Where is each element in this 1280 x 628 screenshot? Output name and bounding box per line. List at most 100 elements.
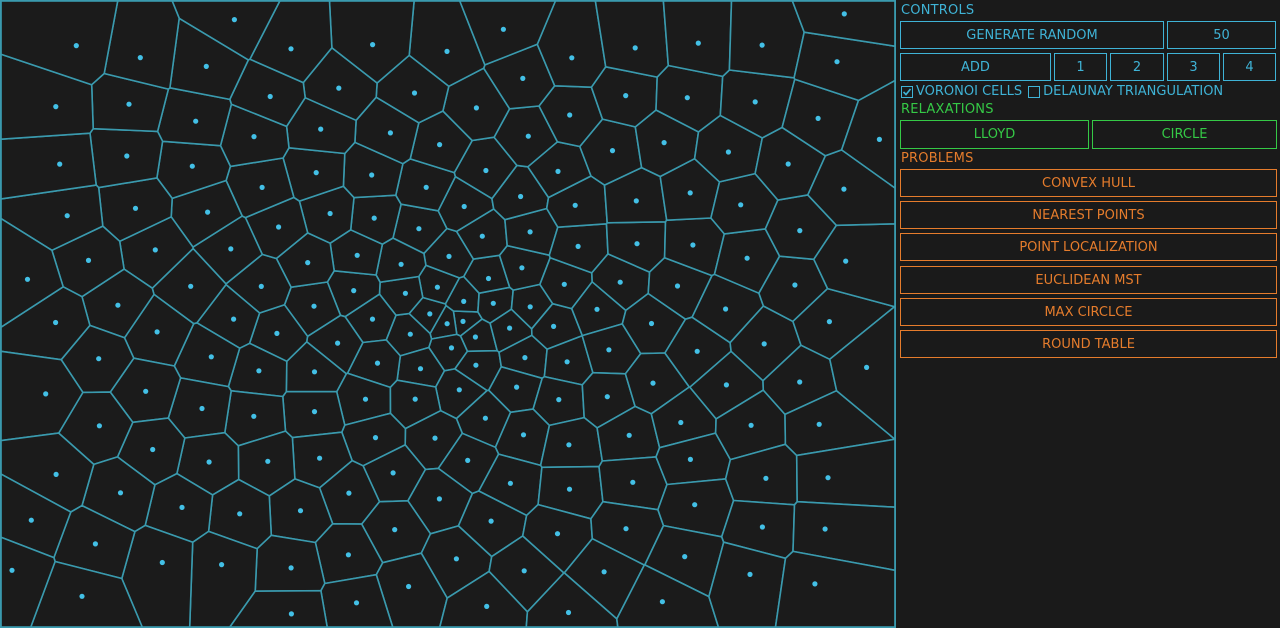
- site-point[interactable]: [372, 435, 379, 441]
- convex-hull-button[interactable]: CONVEX HULL: [900, 169, 1277, 197]
- site-point[interactable]: [634, 241, 640, 247]
- site-point[interactable]: [276, 224, 282, 230]
- site-point[interactable]: [785, 161, 791, 167]
- site-point[interactable]: [96, 356, 102, 362]
- site-point[interactable]: [189, 163, 195, 169]
- site-point[interactable]: [609, 148, 616, 154]
- site-point[interactable]: [318, 126, 324, 132]
- site-point[interactable]: [797, 379, 803, 385]
- site-point[interactable]: [311, 409, 318, 415]
- site-point[interactable]: [57, 161, 63, 167]
- site-point[interactable]: [402, 290, 408, 296]
- site-point[interactable]: [460, 318, 466, 324]
- site-point[interactable]: [520, 432, 527, 438]
- add-button[interactable]: ADD: [900, 53, 1051, 81]
- site-point[interactable]: [623, 526, 629, 532]
- site-point[interactable]: [876, 136, 883, 142]
- site-point[interactable]: [484, 603, 490, 610]
- site-point[interactable]: [490, 300, 496, 306]
- site-point[interactable]: [815, 115, 821, 121]
- site-point[interactable]: [406, 583, 412, 590]
- site-point[interactable]: [288, 611, 294, 617]
- site-point[interactable]: [444, 48, 450, 55]
- site-point[interactable]: [738, 202, 744, 208]
- site-point[interactable]: [525, 133, 531, 139]
- site-point[interactable]: [826, 319, 833, 325]
- generate-random-button[interactable]: GENERATE RANDOM: [900, 21, 1164, 49]
- site-point[interactable]: [684, 95, 690, 101]
- site-point[interactable]: [661, 140, 667, 146]
- site-point[interactable]: [632, 45, 638, 51]
- site-point[interactable]: [472, 334, 478, 340]
- voronoi-checkbox[interactable]: [901, 85, 913, 98]
- site-point[interactable]: [488, 518, 494, 524]
- site-point[interactable]: [288, 565, 294, 571]
- site-point[interactable]: [53, 471, 59, 477]
- site-point[interactable]: [485, 275, 492, 282]
- site-point[interactable]: [687, 190, 693, 196]
- site-point[interactable]: [483, 167, 489, 174]
- site-point[interactable]: [567, 112, 573, 118]
- site-point[interactable]: [313, 170, 319, 176]
- site-point[interactable]: [374, 360, 381, 366]
- site-point[interactable]: [841, 11, 847, 17]
- site-point[interactable]: [416, 226, 422, 232]
- delaunay-checkbox-label[interactable]: DELAUNAY TRIANGULATION: [1043, 84, 1223, 99]
- site-point[interactable]: [617, 279, 623, 285]
- site-point[interactable]: [28, 517, 34, 523]
- site-point[interactable]: [411, 90, 418, 96]
- site-point[interactable]: [219, 562, 225, 568]
- site-point[interactable]: [53, 104, 59, 110]
- delaunay-checkbox[interactable]: [1028, 85, 1041, 98]
- site-point[interactable]: [723, 382, 730, 388]
- site-point[interactable]: [96, 423, 102, 429]
- site-point[interactable]: [843, 258, 849, 264]
- site-point[interactable]: [143, 388, 149, 394]
- site-point[interactable]: [748, 422, 754, 428]
- site-point[interactable]: [137, 55, 143, 61]
- site-point[interactable]: [752, 99, 758, 105]
- site-point[interactable]: [407, 331, 413, 337]
- nearest-points-button[interactable]: NEAREST POINTS: [900, 201, 1277, 229]
- site-point[interactable]: [448, 345, 455, 351]
- site-point[interactable]: [423, 184, 429, 190]
- site-point[interactable]: [417, 366, 424, 372]
- site-point[interactable]: [370, 42, 376, 48]
- site-point[interactable]: [371, 215, 377, 221]
- site-point[interactable]: [812, 581, 818, 587]
- lloyd-button[interactable]: LLOYD: [900, 120, 1089, 149]
- site-point[interactable]: [594, 306, 600, 312]
- site-point[interactable]: [687, 456, 694, 462]
- site-point[interactable]: [674, 283, 681, 289]
- site-point[interactable]: [345, 552, 351, 558]
- site-point[interactable]: [434, 284, 440, 290]
- site-point[interactable]: [461, 298, 467, 304]
- site-point[interactable]: [73, 43, 79, 49]
- site-point[interactable]: [311, 369, 318, 375]
- site-point[interactable]: [205, 209, 211, 215]
- site-point[interactable]: [85, 257, 92, 263]
- site-point[interactable]: [258, 283, 264, 289]
- site-point[interactable]: [564, 359, 570, 365]
- round-table-button[interactable]: ROUND TABLE: [900, 330, 1277, 358]
- site-point[interactable]: [436, 496, 442, 502]
- site-point[interactable]: [126, 101, 132, 107]
- site-point[interactable]: [659, 599, 666, 605]
- site-point[interactable]: [747, 571, 753, 578]
- site-point[interactable]: [274, 330, 280, 336]
- site-point[interactable]: [327, 210, 333, 217]
- site-point[interactable]: [317, 455, 323, 461]
- site-point[interactable]: [446, 253, 452, 259]
- site-point[interactable]: [369, 316, 376, 322]
- site-point[interactable]: [822, 526, 828, 532]
- point-localization-button[interactable]: POINT LOCALIZATION: [900, 233, 1277, 261]
- site-point[interactable]: [392, 527, 398, 533]
- site-point[interactable]: [555, 168, 561, 174]
- euclidean-mst-button[interactable]: EUCLIDEAN MST: [900, 266, 1277, 294]
- site-point[interactable]: [507, 325, 513, 331]
- site-point[interactable]: [256, 368, 262, 374]
- site-point[interactable]: [479, 233, 485, 239]
- site-point[interactable]: [390, 470, 396, 476]
- site-point[interactable]: [763, 475, 769, 481]
- site-point[interactable]: [251, 413, 257, 419]
